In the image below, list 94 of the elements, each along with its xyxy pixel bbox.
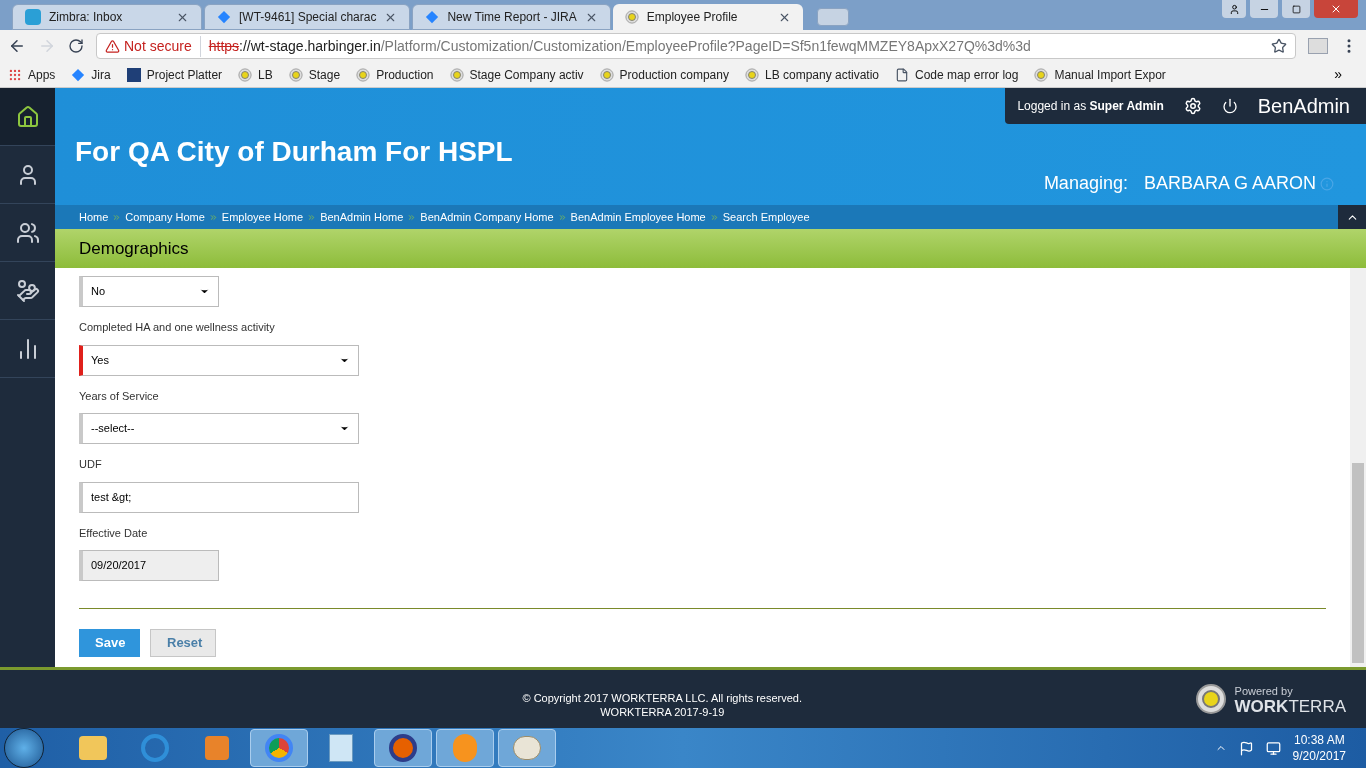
diamond-icon	[217, 10, 231, 24]
breadcrumb-separator-icon	[208, 212, 218, 222]
copyright-text: © Copyright 2017 WORKTERRA LLC. All rights reserved.	[522, 691, 803, 705]
breadcrumb-link[interactable]: Company Home	[125, 208, 205, 226]
breadcrumb-link[interactable]: BenAdmin Home	[320, 208, 404, 226]
security-warning: Not secure	[124, 35, 201, 57]
target-icon	[599, 67, 614, 82]
field-label: Completed HA and one wellness activity	[79, 320, 276, 335]
target-icon	[356, 67, 371, 82]
clock-time: 10:38 AM	[1293, 732, 1345, 748]
page-icon	[895, 67, 910, 82]
person-icon	[1228, 3, 1240, 15]
managing-label: Managing:	[1043, 172, 1128, 195]
tab-title: New Time Report - JIRA	[447, 9, 577, 26]
apps-grid-icon	[8, 67, 22, 82]
bookmark-link[interactable]: Production	[356, 65, 434, 84]
tab-title: [WT-9461] Special charac	[239, 9, 377, 26]
section-title: Demographics	[79, 237, 189, 260]
settings-icon[interactable]	[1183, 97, 1202, 115]
network-icon[interactable]	[1265, 740, 1281, 756]
app-name: BenAdmin	[1257, 94, 1350, 119]
bookmark-link[interactable]: Apps	[8, 65, 56, 84]
version-text: WORKTERRA 2017-9-19	[600, 705, 725, 719]
home-icon	[15, 104, 40, 129]
employee-name: BARBARA G AARON	[1143, 172, 1316, 195]
date-field[interactable]: 09/20/2017	[79, 550, 219, 581]
target-icon	[288, 67, 303, 82]
dropdown-field[interactable]: No	[79, 276, 219, 307]
breadcrumb-separator-icon	[709, 212, 719, 222]
powered-by-text: Powered by	[1234, 684, 1294, 699]
bookmark-link[interactable]: Stage Company activ	[449, 65, 584, 84]
bookmark-link[interactable]: LB company activatio	[744, 65, 880, 84]
input-field[interactable]: test &gt;	[79, 481, 359, 513]
start-button[interactable]	[4, 728, 44, 768]
company-title: For QA City of Durham For HSPL	[75, 135, 513, 169]
close-icon	[1330, 3, 1342, 15]
people-icon	[15, 220, 40, 245]
target-icon	[449, 67, 464, 82]
breadcrumb-link[interactable]: Employee Home	[221, 208, 304, 226]
taskbar-app[interactable]	[250, 729, 308, 767]
reset-button[interactable]: Reset	[150, 629, 216, 657]
sidebar-item[interactable]	[0, 88, 55, 146]
bookmark-link[interactable]: Code map error log	[895, 65, 1019, 84]
reload-icon[interactable]	[68, 38, 84, 54]
collapse-button[interactable]	[1338, 205, 1366, 229]
tab-title: Employee Profile	[646, 9, 739, 26]
field-label: Years of Service	[79, 388, 160, 404]
scrollbar[interactable]	[1350, 268, 1366, 667]
tab-title: Zimbra: Inbox	[49, 9, 124, 26]
workterra-logo-icon	[1194, 683, 1227, 715]
clock-date: 9/20/2017	[1292, 748, 1346, 764]
breadcrumb-separator-icon	[557, 212, 567, 222]
taskbar-app[interactable]	[374, 729, 432, 767]
target-icon	[624, 10, 639, 24]
warning-icon	[105, 38, 120, 54]
power-icon[interactable]	[1221, 98, 1238, 114]
browser-tab[interactable]: [WT-9461] Special charac	[204, 4, 411, 30]
browser-tab[interactable]: New Time Report - JIRA	[412, 4, 611, 30]
breadcrumb-separator-icon	[407, 212, 417, 222]
dropdown-field[interactable]: --select--	[79, 413, 359, 444]
field-label: Effective Date	[79, 525, 149, 541]
login-text: Logged in as Super Admin	[1017, 98, 1164, 115]
target-icon	[1034, 67, 1049, 82]
star-icon[interactable]	[1271, 38, 1287, 54]
bookmark-link[interactable]: Manual Import Expor	[1034, 65, 1166, 84]
diamond-icon	[71, 67, 86, 82]
breadcrumb-link[interactable]: BenAdmin Employee Home	[570, 208, 706, 226]
browser-tab[interactable]: Zimbra: Inbox	[12, 4, 202, 30]
browser-tab[interactable]: Employee Profile	[612, 4, 803, 30]
bookmark-link[interactable]: LB	[238, 65, 273, 84]
breadcrumb-link[interactable]: Home	[79, 208, 109, 226]
restore-button[interactable]	[1282, 0, 1310, 18]
field-label: UDF	[79, 457, 103, 472]
brand-logo-text: WORKTERRA	[1234, 699, 1346, 715]
bookmark-link[interactable]: Production company	[599, 65, 729, 84]
profile-button[interactable]	[1222, 0, 1246, 18]
bookmark-link[interactable]: Stage	[288, 65, 341, 84]
bookmark-link[interactable]: Jira	[71, 65, 111, 84]
restore-icon	[1291, 4, 1301, 14]
breadcrumb-link[interactable]: BenAdmin Company Home	[420, 208, 554, 226]
target-icon	[238, 67, 253, 82]
chrome-logo-icon	[265, 734, 293, 762]
diamond-icon	[425, 10, 440, 24]
url-text: https://wt-stage.harbinger.in/Platform/Customization/Customization/EmployeeProfile?PageID=Sf5n1fewqMMZEY8ApxX27Q%3d%3d	[207, 36, 1031, 56]
address-field[interactable]: Not secure https://wt-stage.harbinger.in/Platform/Customization/Customization/EmployeeProfile?PageID=Sf5n1fewqMMZEY8ApxX27Q%3d%3d	[96, 33, 1296, 59]
breadcrumb-link[interactable]: Search Employee	[722, 208, 810, 226]
back-icon[interactable]	[8, 37, 26, 55]
breadcrumb-separator-icon	[112, 212, 122, 222]
breadcrumb-separator-icon	[307, 212, 317, 222]
flag-icon[interactable]	[1238, 740, 1254, 756]
bookmark-link[interactable]: Project Platter	[126, 65, 223, 84]
dropdown-field[interactable]: Yes	[79, 344, 359, 376]
bookmarks-overflow[interactable]: »	[1334, 64, 1342, 85]
target-icon	[744, 67, 759, 82]
